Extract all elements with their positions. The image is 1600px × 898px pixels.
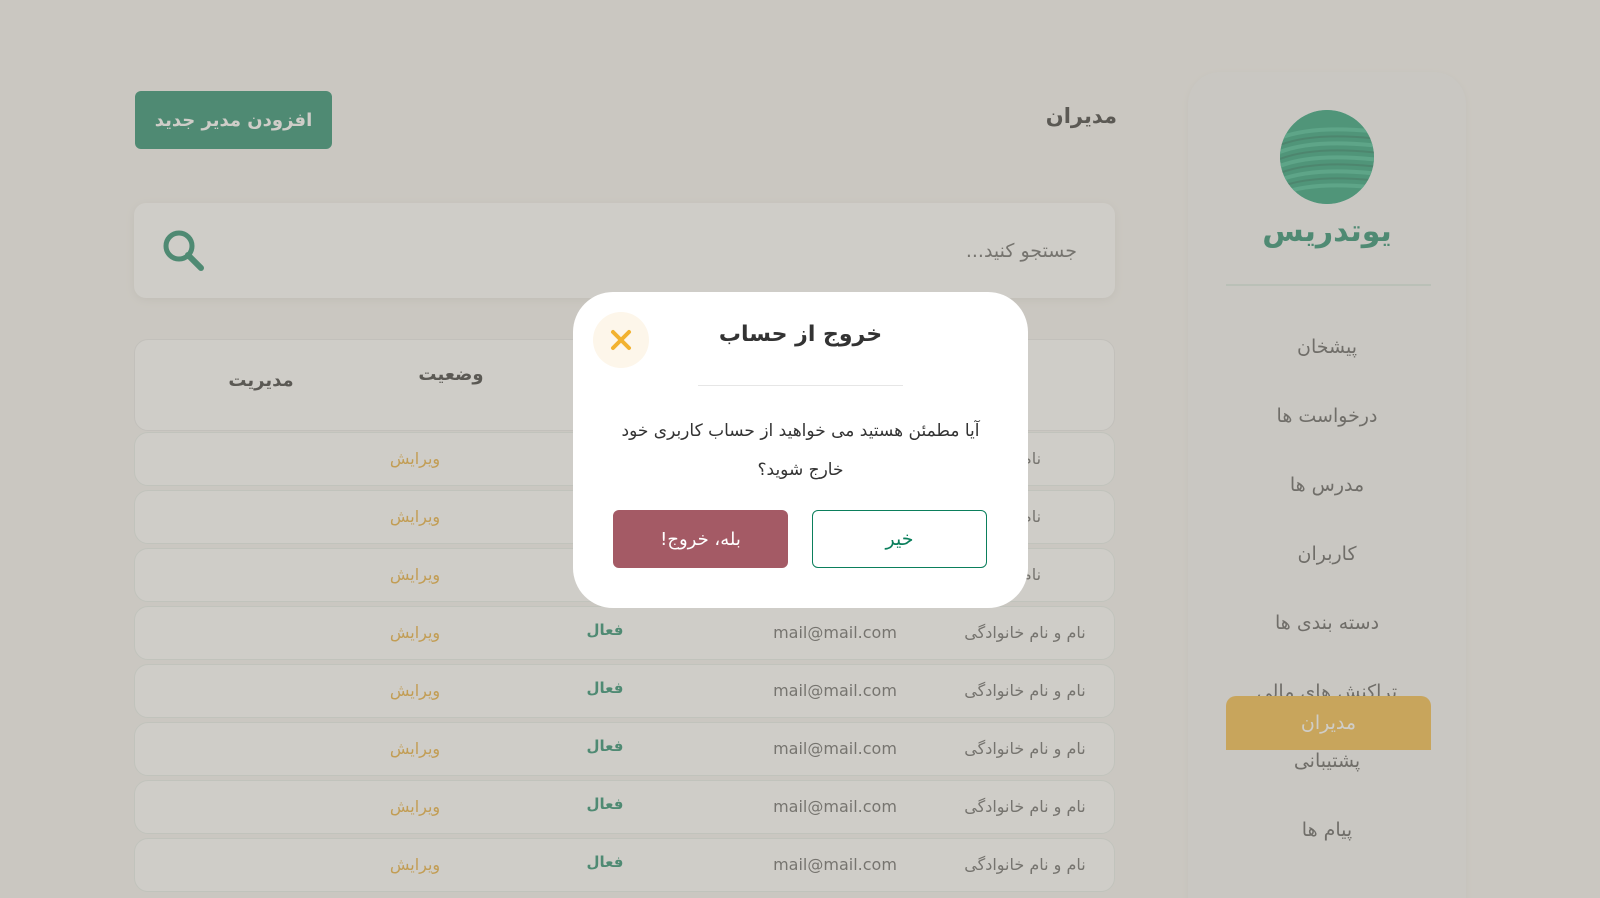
confirm-logout-button[interactable]: بله، خروج! — [613, 510, 788, 568]
modal-divider — [698, 385, 903, 386]
app-root: یوتدریس پیشخان درخواست ها مدرس ها کاربرا… — [0, 0, 1600, 898]
modal-title: خروج از حساب — [718, 322, 883, 347]
modal-message: آیا مطمئن هستید می خواهید از حساب کاربری… — [621, 421, 980, 480]
logout-modal: خروج از حساب آیا مطمئن هستید می خواهید ا… — [573, 292, 1028, 608]
cancel-button[interactable]: خیر — [812, 510, 987, 568]
